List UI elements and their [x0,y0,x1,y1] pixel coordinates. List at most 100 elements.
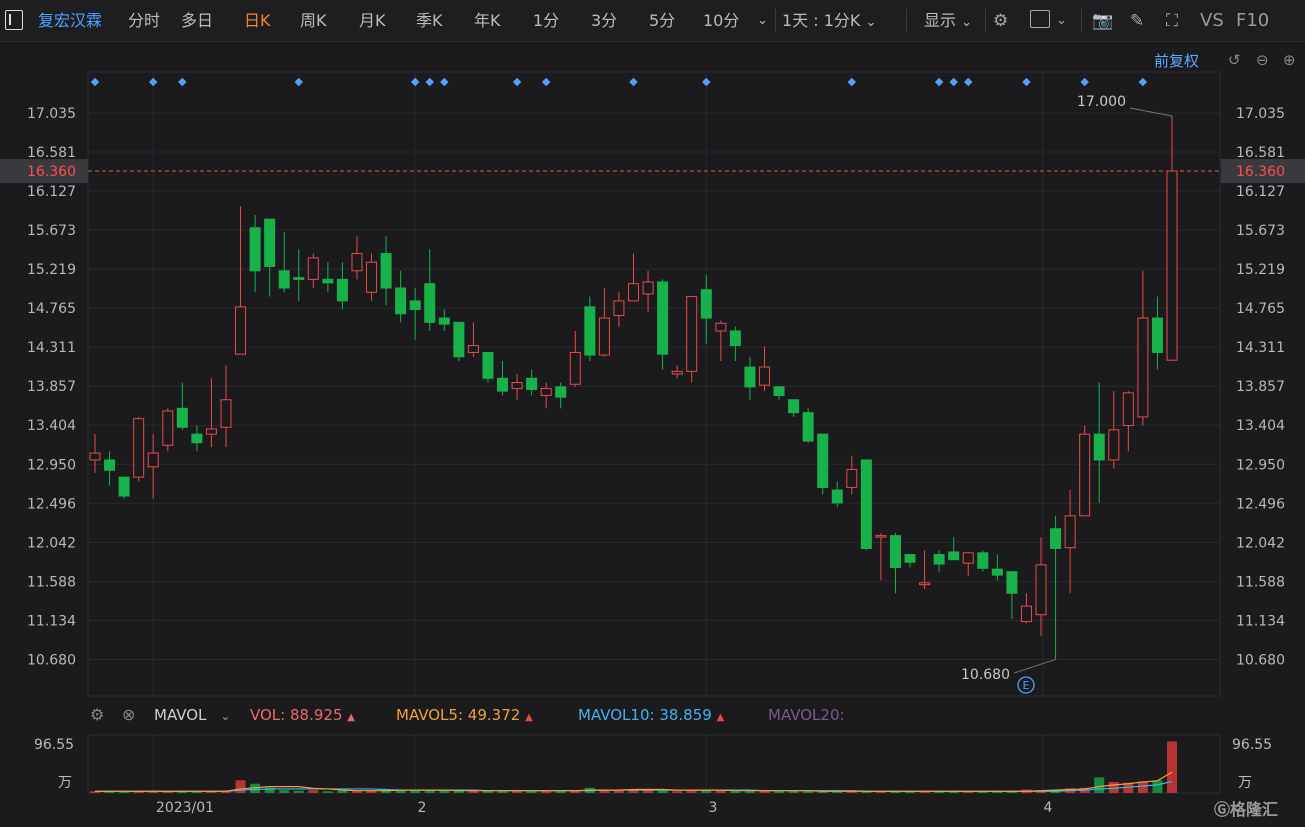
candle-body [162,410,174,446]
price-tick-left: 16.127 [27,184,76,200]
candle-body [1151,317,1163,353]
volume-bar [497,791,508,793]
price-axis-right: 17.035 16.581 16.127 15.673 15.219 14.765 14.3… [1236,106,1285,668]
candle-body [307,257,319,280]
price-tick-right: 16.581 [1236,145,1285,161]
price-tick-right: 10.680 [1236,652,1285,668]
candle-body [176,407,188,428]
price-tick-right: 13.857 [1236,379,1285,395]
current-price-right: 16.360 [1236,164,1285,180]
volume-bar [1137,781,1148,793]
event-diamond-icon [702,77,711,87]
volume-bar [715,790,726,793]
vol-value: 88.925 [290,706,343,724]
candle-body [497,377,509,392]
mavol20-readout: MAVOL20: [768,706,845,724]
volume-bar [337,790,348,793]
candle-body [904,554,916,563]
price-tick-left: 15.673 [27,223,76,239]
price-tick-left: 16.581 [27,145,76,161]
candle-body [409,300,421,310]
price-tick-right: 13.404 [1236,418,1285,434]
candle-body [933,554,945,565]
price-tick-right: 16.127 [1236,184,1285,200]
x-axis-label: 3 [709,800,718,816]
candle-body [249,227,261,272]
candle-body [89,452,101,461]
volume-bar [308,790,319,793]
volume-bar [322,791,333,793]
candle-body [758,366,770,386]
price-tick-right: 12.042 [1236,535,1285,551]
volume-bar [1094,777,1105,793]
event-diamond-icon [1022,77,1031,87]
close-indicator-icon[interactable]: ⊗ [122,705,135,724]
indicator-settings-gear-icon[interactable]: ⚙ [90,705,104,724]
volume-bar [439,790,450,793]
candle-body [700,289,712,319]
candle-body [962,552,974,564]
event-diamond-icon [949,77,958,87]
candle-body [657,281,669,355]
volume-bars [90,741,1177,793]
candle-body [613,300,625,316]
candle-body [366,261,378,293]
mavol5-readout: MAVOL5: 49.372 ▲ [396,706,533,724]
up-triangle-icon: ▲ [347,712,355,723]
watermark: Ⓖ格隆汇 [1214,796,1278,820]
candle-body [860,459,872,550]
volume-bar [148,791,159,793]
high-leader-line [1129,107,1173,117]
candle-body [948,551,960,561]
price-tick-left: 11.588 [27,574,76,590]
price-axis-left: 17.035 16.581 16.127 15.673 15.219 14.765 14.3… [27,106,76,668]
volume-axis-top-left: 96.55 [34,737,75,753]
x-axis-label: 2 [418,800,427,816]
volume-legend: ⚙ ⊗ MAVOL ⌄ VOL: 88.925 ▲ MAVOL5: 49.372 … [88,698,1220,732]
event-diamond-icon [178,77,187,87]
price-tick-right: 15.673 [1236,223,1285,239]
event-diamond-icon [541,77,551,87]
volume-axis-unit-left: 万 [58,775,72,791]
volume-bar [919,791,930,793]
candle-body [889,535,901,568]
volume-bar [410,790,421,793]
event-diamond-icon [964,77,973,87]
event-diamond-icon [410,77,420,87]
candle-body [336,278,348,302]
candle-body [1079,433,1091,517]
candle-body [817,433,829,488]
candle-body [1122,392,1134,427]
candle-body [642,281,654,295]
candle-body [1137,317,1149,418]
mavol10-value: 38.859 [659,706,712,724]
annotations: 16.360 16.360 17.000 10.680 E [0,94,1305,694]
volume-bar [1152,780,1163,793]
candle-body [147,452,159,468]
candle-body [555,386,567,398]
candle-body [846,468,858,488]
candle-body [118,476,130,497]
candle-body [293,277,305,280]
candle-body [424,283,436,323]
candle-body [511,382,523,390]
price-tick-left: 13.404 [27,418,76,434]
candle-body [788,399,800,414]
candle-body [104,459,116,471]
candle-body [278,270,290,289]
volume-bar [672,791,683,793]
volume-bar [279,790,290,793]
price-tick-left: 11.134 [27,613,76,629]
indicator-select[interactable]: MAVOL ⌄ [154,706,230,724]
price-frame [87,71,1221,697]
event-diamond-icon [629,77,638,87]
candle-body [875,535,887,538]
volume-bar [744,791,755,793]
event-diamond-icon [512,77,522,87]
volume-bar [686,790,697,793]
volume-bar [293,790,304,793]
candle-body [569,351,581,385]
volume-bar [191,791,202,793]
candle-body [322,278,334,284]
current-price-left: 16.360 [27,164,76,180]
